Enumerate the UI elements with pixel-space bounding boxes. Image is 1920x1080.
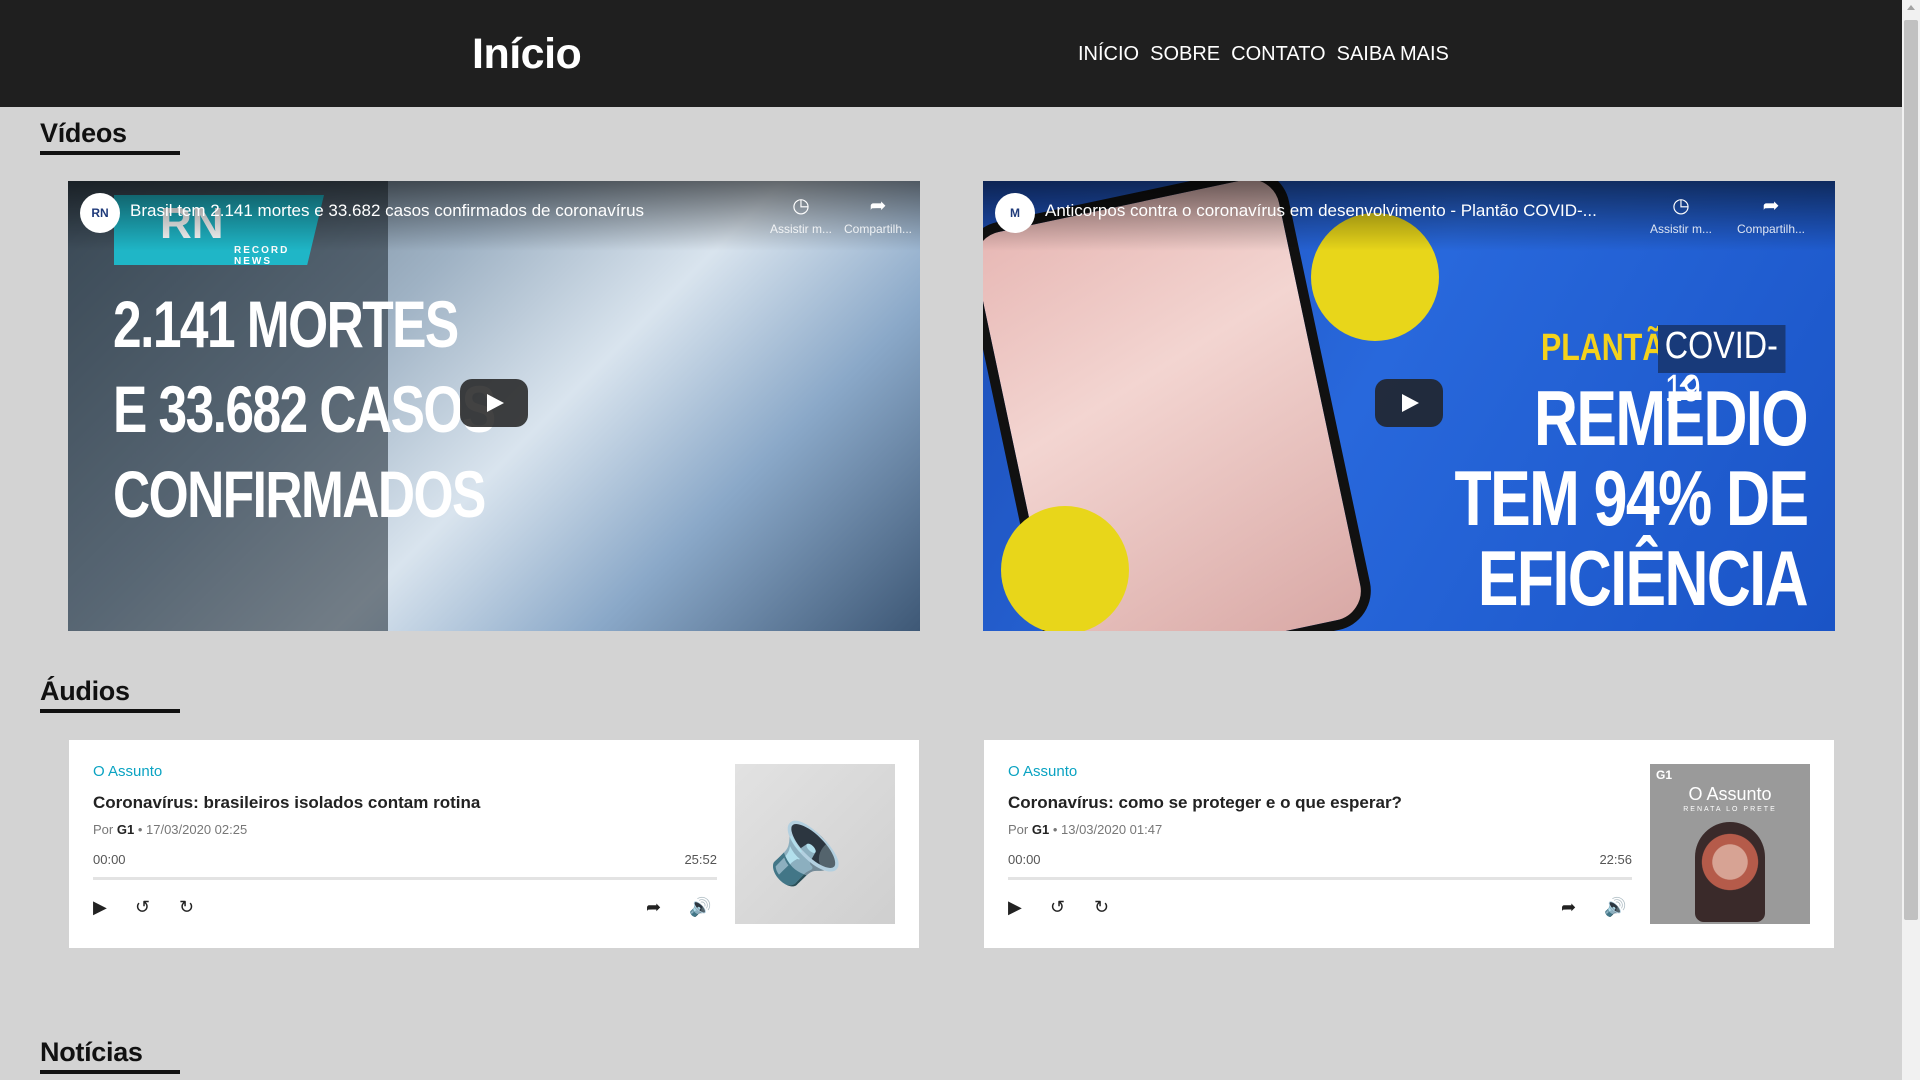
audio-meta: Por G1 • 13/03/2020 01:47 (1008, 822, 1162, 837)
section-title-news: Notícias (40, 1037, 143, 1067)
audio-meta: Por G1 • 17/03/2020 02:25 (93, 822, 247, 837)
rewind-15-icon[interactable]: ↺ (135, 898, 150, 916)
channel-avatar[interactable]: M (995, 193, 1035, 233)
share-label: Compartilh... (843, 222, 913, 236)
audio-progress-bar[interactable] (1008, 877, 1632, 880)
audio-by-label: Por (1008, 822, 1029, 837)
watch-later-label: Assistir m... (1650, 222, 1712, 236)
share-video-button[interactable]: ➦ Compartilh... (1726, 193, 1816, 236)
thumbnail-text-line: REMÉDIO (1533, 374, 1809, 462)
nav-item-sobre[interactable]: SOBRE (1150, 43, 1220, 66)
audio-duration: 22:56 (1599, 852, 1632, 867)
play-icon[interactable]: ▶ (93, 898, 107, 916)
page-scrollbar[interactable] (1902, 0, 1920, 1080)
clock-icon: ◷ (1672, 195, 1690, 217)
chat-bubble-icon (1001, 506, 1129, 631)
section-title-videos: Vídeos (40, 118, 127, 148)
video-player-2[interactable]: PLANTÃO COVID-19 REMÉDIO TEM 94% DE EFIC… (983, 181, 1835, 631)
audio-title[interactable]: Coronavírus: brasileiros isolados contam… (93, 793, 480, 813)
main-nav: INÍCIO SOBRE CONTATO SAIBA MAIS (1078, 43, 1449, 66)
podcast-cover-image: G1 O Assunto RENATA LO PRETE (1650, 764, 1810, 924)
scroll-up-arrow-icon[interactable] (1907, 5, 1915, 10)
thumbnail-text-line: E 33.682 CASOS (113, 372, 496, 446)
thumbnail-text-line: TEM 94% DE (1454, 454, 1808, 542)
audio-card-1: O Assunto Coronavírus: brasileiros isola… (69, 740, 919, 948)
audio-by-label: Por (93, 822, 114, 837)
host-portrait (1695, 822, 1765, 922)
page-title: Início (472, 30, 582, 78)
audio-duration: 25:52 (684, 852, 717, 867)
audio-card-2: O Assunto Coronavírus: como se proteger … (984, 740, 1834, 948)
cover-title: O Assunto (1688, 784, 1772, 804)
volume-icon[interactable]: 🔊 (1604, 898, 1626, 916)
audio-current-time: 00:00 (1008, 852, 1041, 867)
audio-title[interactable]: Coronavírus: como se proteger e o que es… (1008, 793, 1402, 813)
thumbnail-text-line: CONFIRMADOS (113, 457, 486, 531)
nav-item-contato[interactable]: CONTATO (1231, 43, 1325, 66)
audio-channel[interactable]: O Assunto (1008, 763, 1077, 780)
section-underline (40, 709, 180, 713)
rewind-15-icon[interactable]: ↺ (1050, 898, 1065, 916)
play-icon[interactable]: ▶ (1008, 898, 1022, 916)
video-title[interactable]: Anticorpos contra o coronavírus em desen… (1045, 201, 1597, 221)
nav-item-inicio[interactable]: INÍCIO (1078, 43, 1139, 66)
speaker-icon: 🔈 (735, 764, 895, 924)
video-play-button[interactable] (460, 379, 528, 427)
section-underline (40, 151, 180, 155)
forward-15-icon[interactable]: ↻ (179, 898, 194, 916)
share-icon: ➦ (869, 195, 887, 217)
video-play-button[interactable] (1375, 379, 1443, 427)
thumbnail-text-line: 2.141 MORTES (113, 287, 459, 361)
top-bar: Início INÍCIO SOBRE CONTATO SAIBA MAIS (0, 0, 1902, 107)
share-label: Compartilh... (1736, 222, 1806, 236)
scroll-thumb[interactable] (1904, 20, 1918, 920)
section-underline (40, 1070, 180, 1074)
nav-item-saiba-mais[interactable]: SAIBA MAIS (1337, 43, 1449, 66)
audio-author: G1 (1031, 822, 1050, 837)
cover-subtitle: RENATA LO PRETE (1683, 806, 1777, 813)
audio-date: • 17/03/2020 02:25 (137, 822, 248, 837)
audio-author: G1 (116, 822, 135, 837)
volume-icon[interactable]: 🔊 (689, 898, 711, 916)
section-title-audios: Áudios (40, 676, 130, 706)
audio-current-time: 00:00 (93, 852, 126, 867)
share-icon[interactable]: ➦ (646, 898, 661, 916)
video-title[interactable]: Brasil tem 2.141 mortes e 33.682 casos c… (130, 201, 644, 221)
audio-channel[interactable]: O Assunto (93, 763, 162, 780)
share-icon[interactable]: ➦ (1561, 898, 1576, 916)
thumbnail-text-line: EFICIÊNCIA (1477, 534, 1809, 622)
channel-avatar[interactable]: RN (80, 193, 120, 233)
cover-brand: G1 (1656, 768, 1673, 782)
audio-progress-bar[interactable] (93, 877, 717, 880)
forward-15-icon[interactable]: ↻ (1094, 898, 1109, 916)
covid-label: COVID-19 (1658, 325, 1786, 410)
share-video-button[interactable]: ➦ Compartilh... (833, 193, 920, 236)
watch-later-label: Assistir m... (770, 222, 832, 236)
video-player-1[interactable]: RN RECORD NEWS 2.141 MORTES E 33.682 CAS… (68, 181, 920, 631)
audio-date: • 13/03/2020 01:47 (1052, 822, 1163, 837)
watch-later-button[interactable]: ◷ Assistir m... (1636, 193, 1726, 236)
share-icon: ➦ (1762, 195, 1780, 217)
